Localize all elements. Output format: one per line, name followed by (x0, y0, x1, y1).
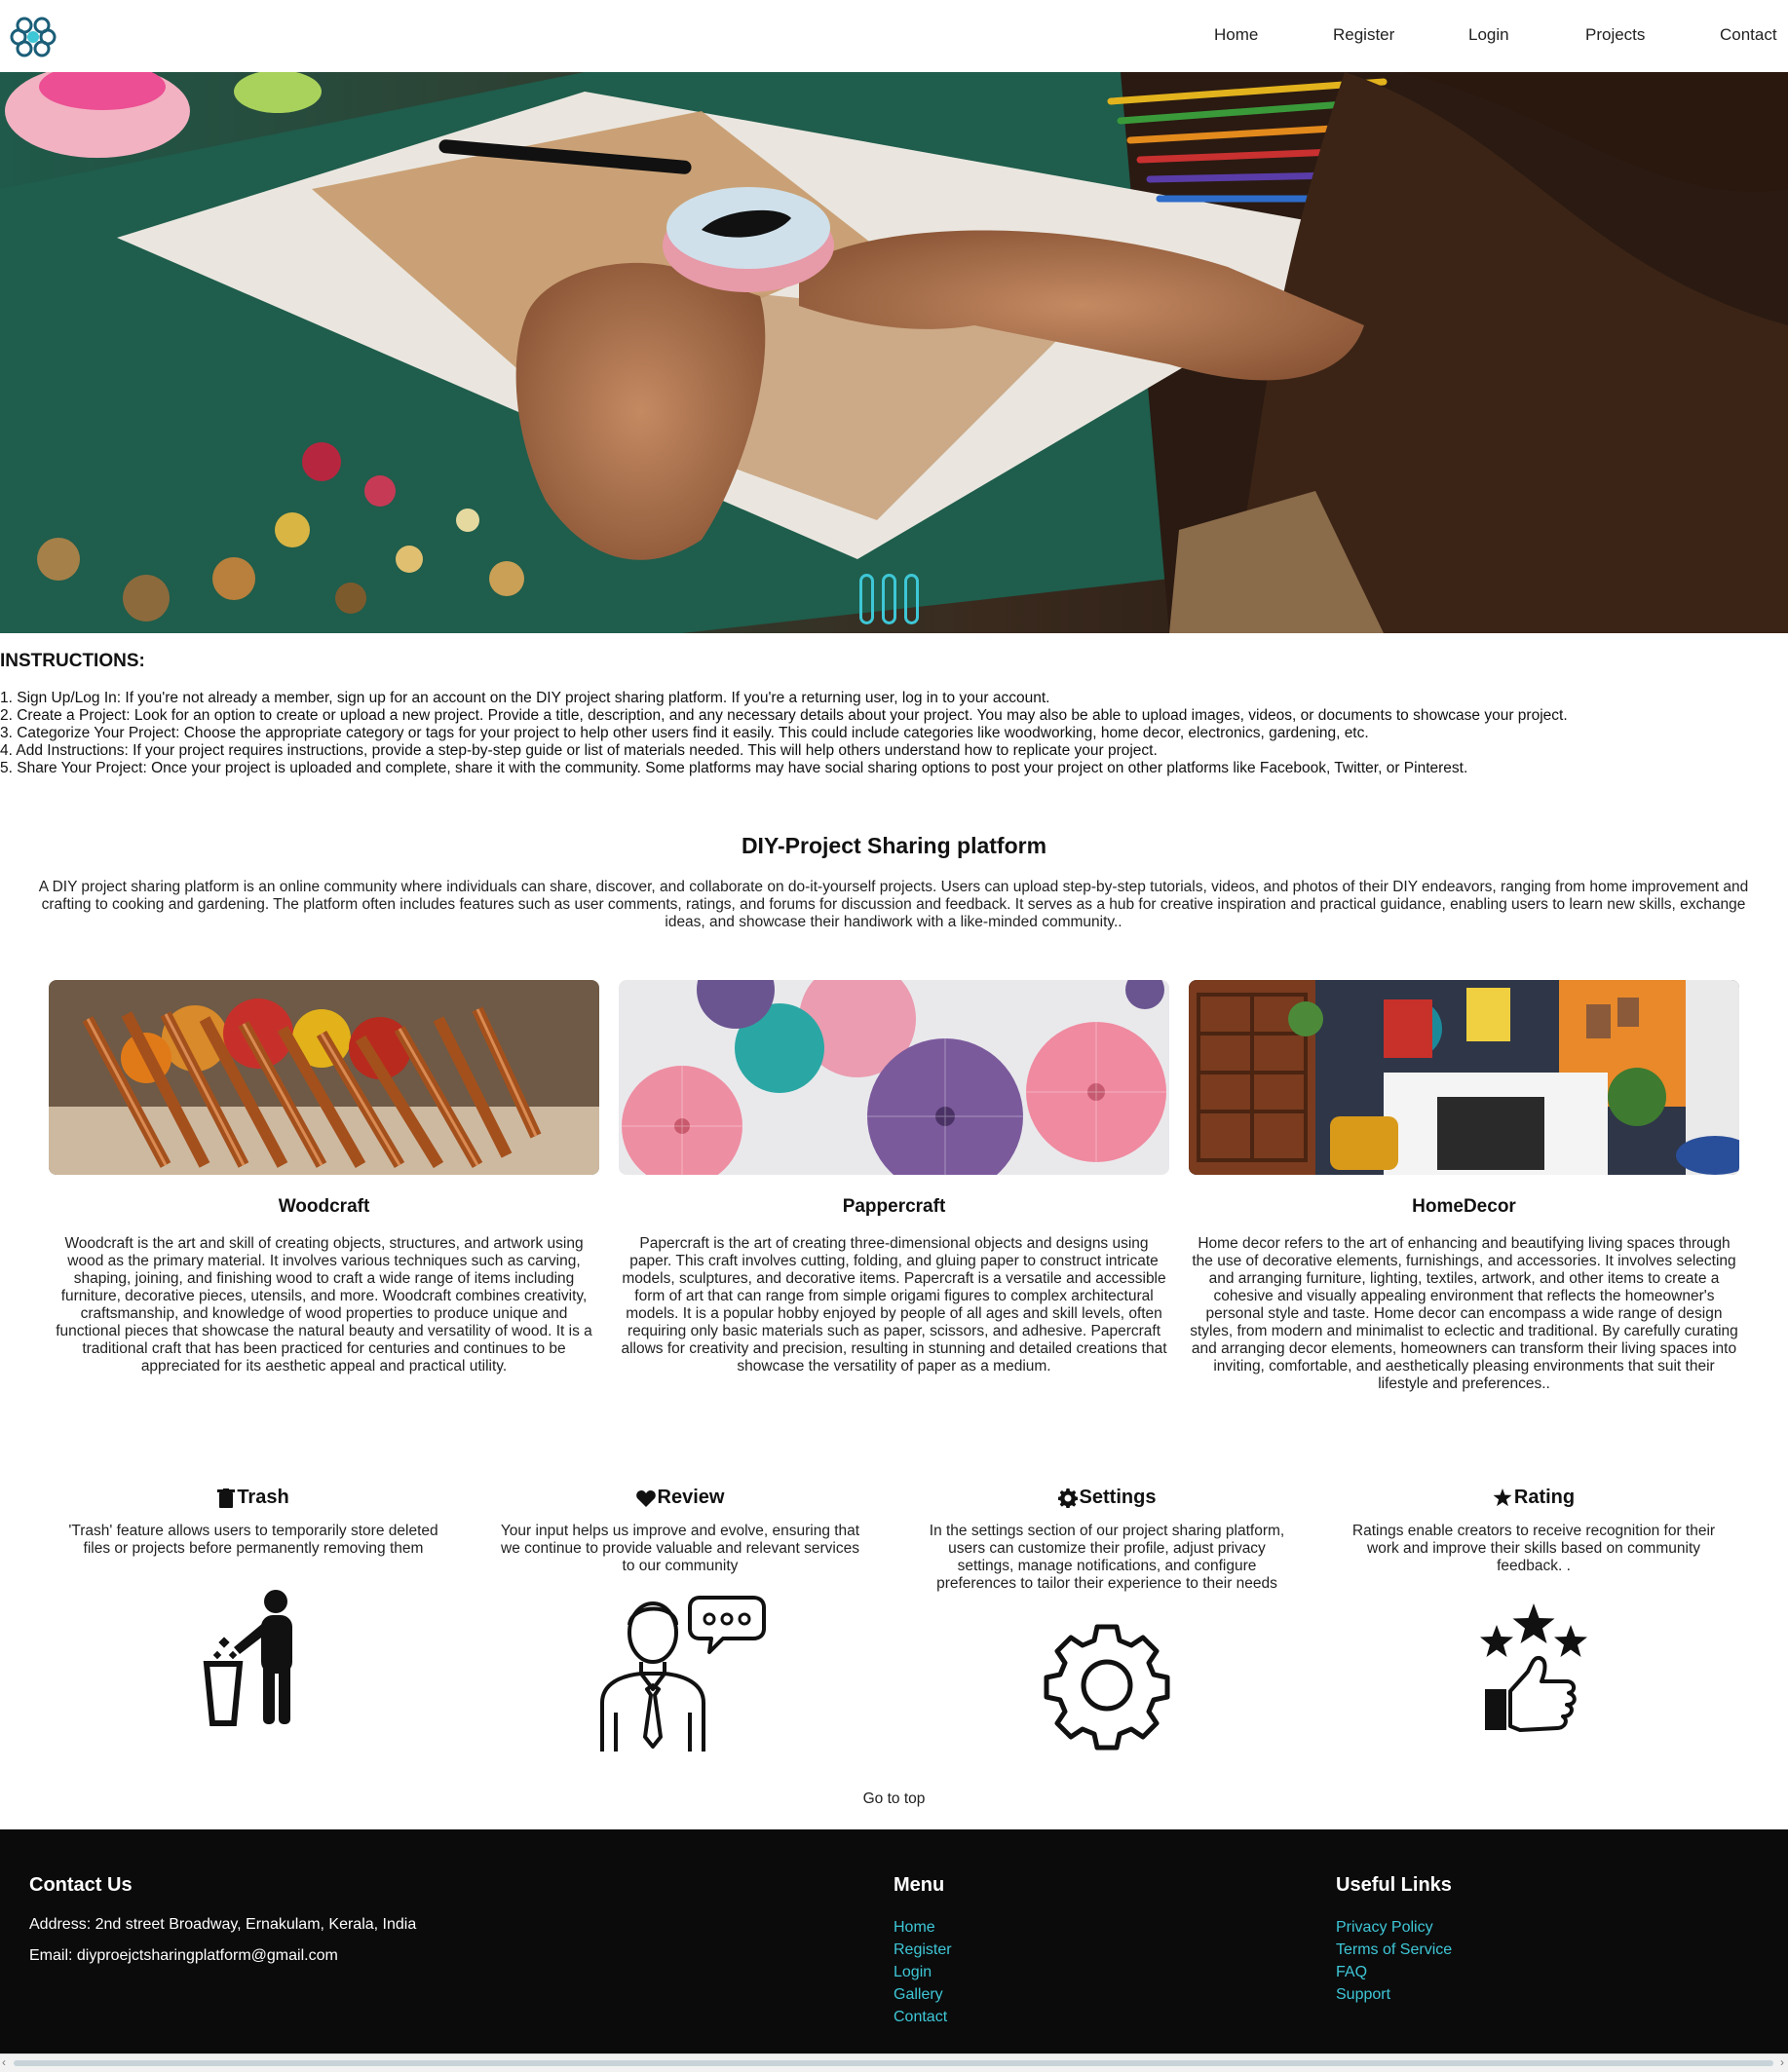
footer-link-gallery[interactable]: Gallery (894, 1983, 952, 2006)
category-card-woodcraft[interactable]: Woodcraft Woodcraft is the art and skill… (49, 980, 599, 1375)
star-icon (1493, 1488, 1512, 1507)
footer-address: Address: 2nd street Broadway, Ernakulam,… (29, 1916, 417, 1933)
hero-carousel (0, 72, 1788, 633)
feature-text: Ratings enable creators to receive recog… (1351, 1523, 1716, 1574)
instruction-item: 3. Categorize Your Project: Choose the a… (0, 725, 1369, 741)
feature-title-text: Settings (1079, 1487, 1157, 1508)
carousel-indicator-2[interactable] (882, 574, 896, 624)
carousel-indicator-3[interactable] (904, 574, 919, 624)
feature-text: 'Trash' feature allows users to temporar… (68, 1523, 438, 1557)
feature-text: In the settings section of our project s… (929, 1523, 1285, 1592)
settings-gear-illustration (1044, 1624, 1170, 1751)
trash-icon (217, 1488, 236, 1508)
feature-title-text: Rating (1513, 1487, 1576, 1508)
footer-link-faq[interactable]: FAQ (1336, 1961, 1452, 1983)
instructions-title: INSTRUCTIONS: (0, 651, 145, 671)
footer-link-login[interactable]: Login (894, 1961, 952, 1983)
category-title: HomeDecor (1412, 1196, 1516, 1217)
go-to-top-link[interactable]: Go to top (0, 1790, 1788, 1808)
nav-projects[interactable]: Projects (1585, 25, 1645, 45)
about-text: A DIY project sharing platform is an onl… (38, 879, 1749, 930)
footer-menu-title: Menu (894, 1874, 945, 1896)
feature-text: Your input helps us improve and evolve, … (500, 1523, 860, 1574)
footer: Contact Us Address: 2nd street Broadway,… (0, 1829, 1788, 2053)
footer-link-contact[interactable]: Contact (894, 2006, 952, 2028)
gear-icon (1057, 1488, 1078, 1508)
nav-register[interactable]: Register (1333, 25, 1394, 45)
person-trash-illustration (203, 1590, 292, 1726)
about-title: DIY-Project Sharing platform (741, 833, 1047, 858)
instructions-list: 1. Sign Up/Log In: If you're not already… (0, 690, 1754, 777)
category-text: Home decor refers to the art of enhancin… (1190, 1235, 1738, 1392)
scroll-left-icon[interactable]: ‹ (2, 2055, 6, 2069)
woodcraft-image (49, 980, 599, 1175)
nav-login[interactable]: Login (1468, 25, 1509, 45)
homedecor-image (1189, 980, 1739, 1175)
footer-link-register[interactable]: Register (894, 1939, 952, 1961)
heart-icon (635, 1489, 656, 1507)
category-text: Woodcraft is the art and skill of creati… (56, 1235, 592, 1375)
molecule-logo-icon[interactable] (10, 14, 57, 58)
nav-home[interactable]: Home (1214, 25, 1258, 45)
navbar: Home Register Login Projects Contact (0, 0, 1788, 72)
instruction-item: 4. Add Instructions: If your project req… (0, 742, 1158, 759)
feature-rating: Rating Ratings enable creators to receiv… (1329, 1487, 1738, 1732)
category-title: Woodcraft (278, 1196, 370, 1217)
instruction-item: 5. Share Your Project: Once your project… (0, 760, 1468, 776)
pappercraft-image (619, 980, 1169, 1175)
feature-settings: Settings In the settings section of our … (902, 1487, 1312, 1751)
category-title: Pappercraft (842, 1196, 946, 1217)
nav-contact[interactable]: Contact (1720, 25, 1777, 45)
reviewer-illustration (600, 1596, 766, 1752)
category-card-pappercraft[interactable]: Pappercraft Papercraft is the art of cre… (619, 980, 1169, 1375)
footer-useful-links: Useful Links Privacy Policy Terms of Ser… (1336, 1874, 1452, 2006)
footer-link-support[interactable]: Support (1336, 1983, 1452, 2006)
footer-link-privacy-policy[interactable]: Privacy Policy (1336, 1916, 1452, 1939)
feature-title-text: Trash (237, 1487, 289, 1508)
instruction-item: 2. Create a Project: Look for an option … (0, 707, 1568, 724)
footer-link-terms[interactable]: Terms of Service (1336, 1939, 1452, 1961)
category-text: Papercraft is the art of creating three-… (621, 1235, 1167, 1375)
footer-menu: Menu Home Register Login Gallery Contact (894, 1874, 952, 2028)
footer-contact: Contact Us Address: 2nd street Broadway,… (29, 1874, 416, 1965)
instruction-item: 1. Sign Up/Log In: If you're not already… (0, 690, 1050, 706)
footer-email: Email: diyproejctsharingplatform@gmail.c… (29, 1947, 338, 1964)
feature-review: Review Your input helps us improve and e… (476, 1487, 885, 1752)
footer-useful-title: Useful Links (1336, 1874, 1452, 1896)
carousel-indicator-1[interactable] (859, 574, 874, 624)
scrollbar-thumb[interactable] (14, 2060, 1773, 2066)
footer-contact-title: Contact Us (29, 1874, 133, 1896)
footer-link-home[interactable]: Home (894, 1916, 952, 1939)
hero-image (0, 72, 1788, 633)
feature-trash: Trash 'Trash' feature allows users to te… (49, 1487, 458, 1726)
category-card-homedecor[interactable]: HomeDecor Home decor refers to the art o… (1189, 980, 1739, 1393)
scroll-right-icon[interactable]: › (1780, 2055, 1784, 2069)
thumbs-up-stars-illustration (1480, 1603, 1587, 1732)
horizontal-scrollbar[interactable]: ‹ › (0, 2053, 1788, 2072)
feature-title-text: Review (657, 1487, 725, 1508)
